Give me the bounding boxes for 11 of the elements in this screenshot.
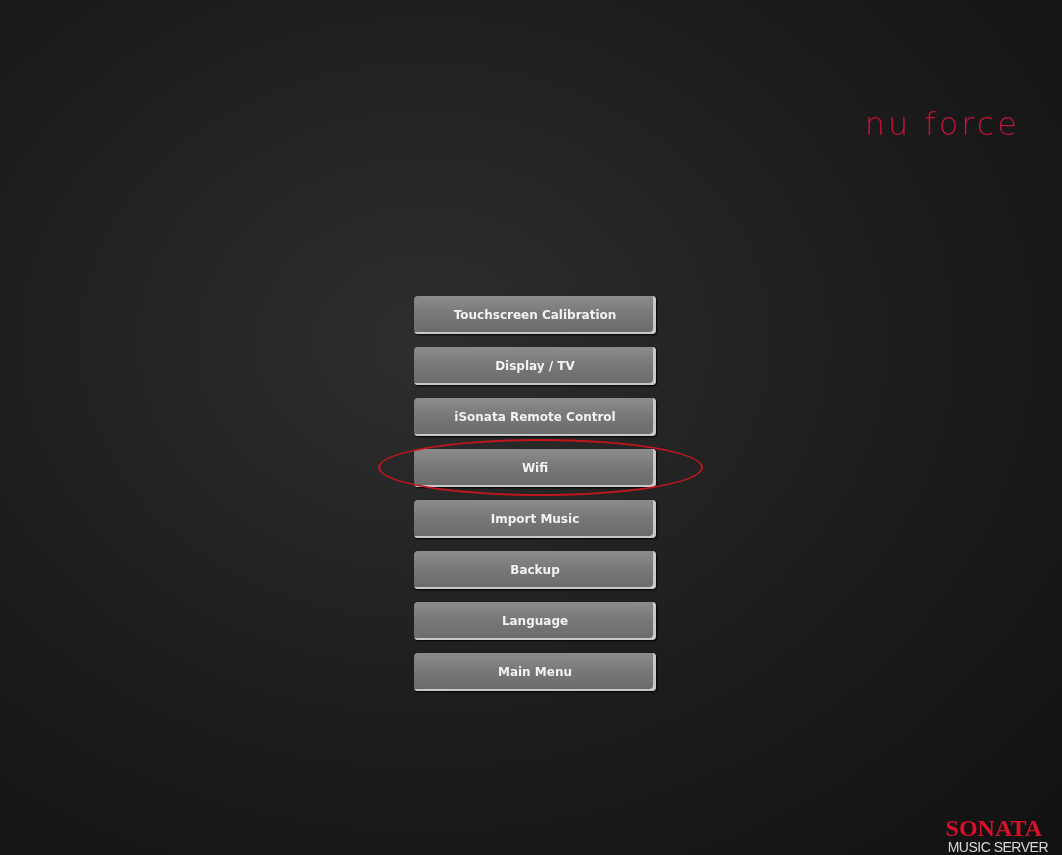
menu-button[interactable]: Main Menu — [414, 653, 656, 691]
menu-button[interactable]: Import Music — [414, 500, 656, 538]
menu-button[interactable]: iSonata Remote Control — [414, 398, 656, 436]
menu-button[interactable]: Display / TV — [414, 347, 656, 385]
menu-button[interactable]: Language — [414, 602, 656, 640]
brand-subtitle: MUSIC SERVER — [947, 839, 1048, 855]
menu-button[interactable]: Backup — [414, 551, 656, 589]
brand-name: SONATA — [945, 817, 1042, 839]
menu-button[interactable]: Touchscreen Calibration — [414, 296, 656, 334]
menu-button[interactable]: Wifi — [414, 449, 656, 487]
brand-logo: nu force — [864, 104, 1020, 144]
